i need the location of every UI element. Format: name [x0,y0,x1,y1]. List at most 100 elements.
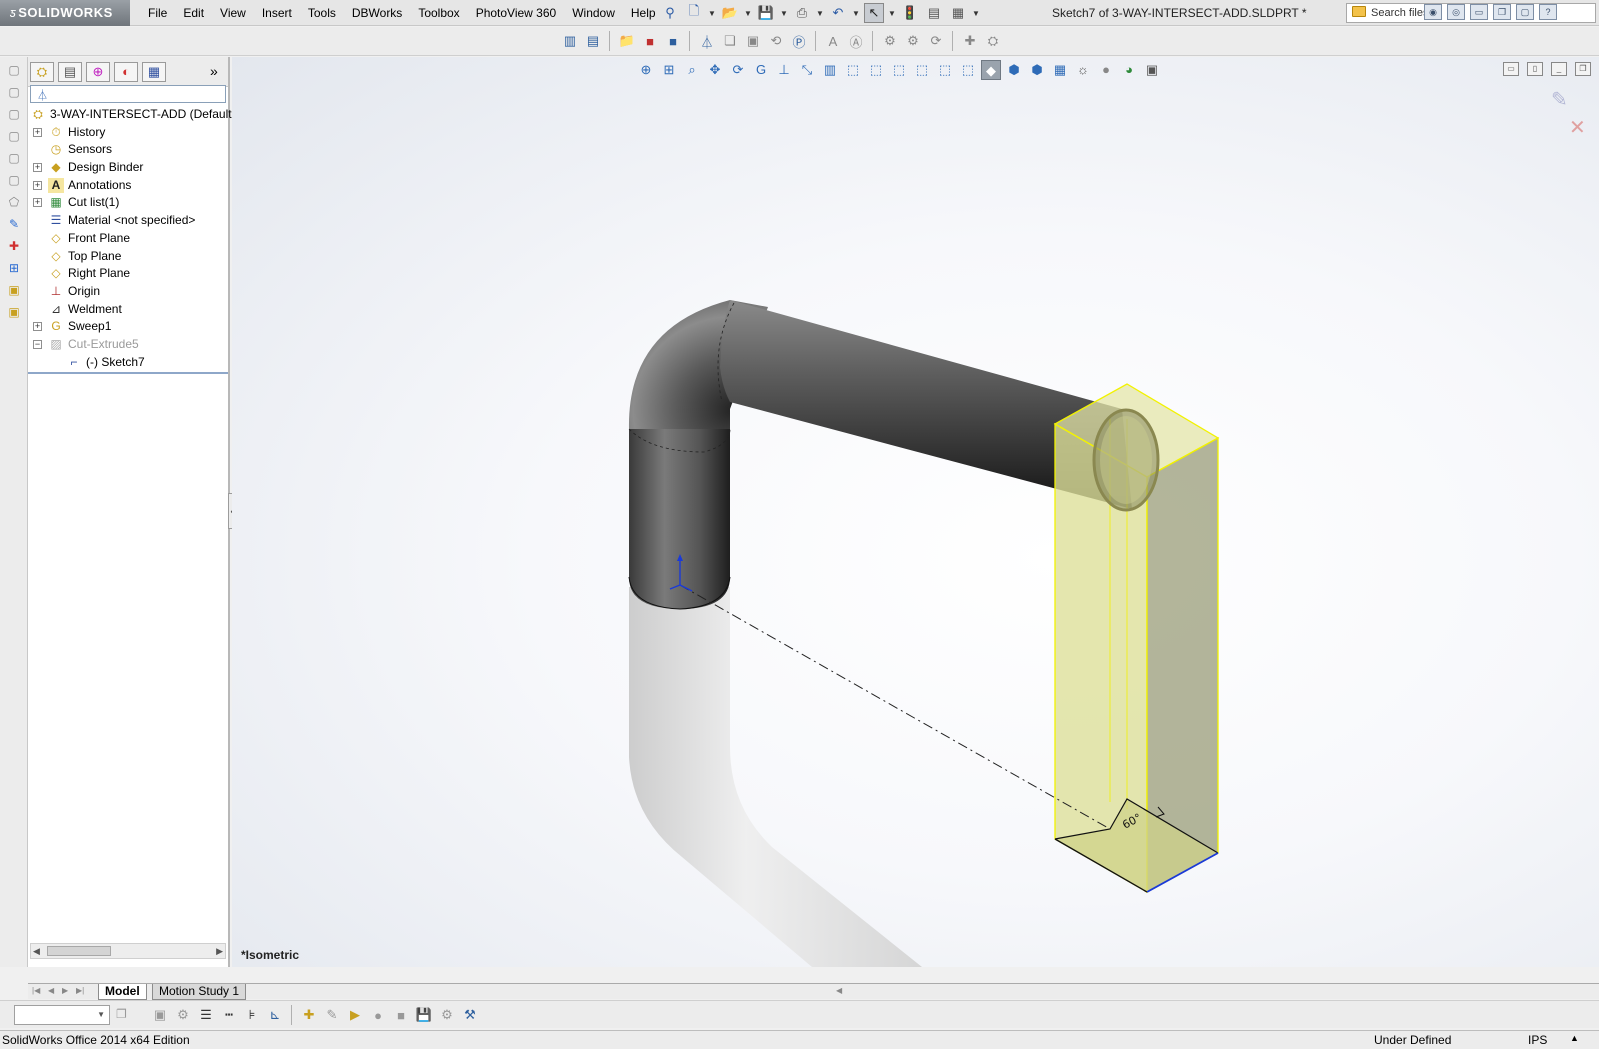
expand-chevron-icon[interactable]: » [210,63,218,79]
options-icon[interactable]: ▦ [948,3,968,23]
feature-tree-tab-icon[interactable]: ⛭ [30,62,54,82]
search-options-icon[interactable]: ◎ [1447,4,1465,20]
units-dropdown-icon[interactable]: ▲ [1570,1033,1579,1043]
menu-photoview[interactable]: PhotoView 360 [468,0,565,26]
dimetric-view-icon[interactable]: ⬢ [1027,60,1047,80]
menu-insert[interactable]: Insert [254,0,300,26]
part-icon[interactable]: ▢ [4,105,24,123]
sketch-centerline[interactable] [679,584,1111,830]
confirmation-corner[interactable]: ✎ ✕ [1551,87,1586,140]
print-dropdown-icon[interactable]: ▼ [816,3,824,23]
tree-item-design-binder[interactable]: + ◆ Design Binder [28,159,228,177]
bom-icon[interactable]: ⛭ [983,31,1003,51]
scroll-left-icon[interactable]: ◀ [33,944,40,958]
macro-save-icon[interactable]: 💾 [414,1005,434,1025]
menu-tools[interactable]: Tools [300,0,344,26]
line-style-icon[interactable]: ┅ [219,1005,239,1025]
solidworks-logo[interactable]: ƽ SOLIDWORKS [0,0,130,26]
feature-icon[interactable]: ▣ [4,303,24,321]
menu-view[interactable]: View [212,0,254,26]
new-document-icon[interactable]: 🗋 [684,3,704,23]
first-tab-icon[interactable]: |◀ [32,986,40,995]
tab-scroll-left-icon[interactable]: ◀ [836,986,842,995]
graphics-area[interactable]: 60° ⊕ ⊞ ⌕ ✥ ⟳ G ⊥ ⤡ ▥ ⬚ ⬚ ⬚ ⬚ ⬚ ⬚ ◆ ⬢ ⬢ … [232,57,1599,967]
part-icon[interactable]: ⬠ [4,193,24,211]
layer-icon[interactable]: ▣ [150,1005,170,1025]
layer-properties-icon[interactable]: ⚙ [173,1005,193,1025]
rollback-bar[interactable] [28,372,228,374]
hide-show-items-icon[interactable]: ☼ [1073,60,1093,80]
gear-options-icon[interactable]: ⚙ [903,31,923,51]
tree-item-sensors[interactable]: ◷ Sensors [28,141,228,159]
view-settings-icon[interactable]: ▣ [1142,60,1162,80]
dimxpert-tab-icon[interactable]: ▦ [142,62,166,82]
menu-file[interactable]: File [140,0,175,26]
combo-action-icon[interactable]: ❐ [116,1007,127,1021]
macro-run-icon[interactable]: ▶ [345,1005,365,1025]
new-dropdown-icon[interactable]: ▼ [708,3,716,23]
normal-to-icon[interactable]: ⊥ [774,60,794,80]
pan-icon[interactable]: ✥ [705,60,725,80]
macro-record-icon[interactable]: ● [368,1005,388,1025]
bottom-view-icon[interactable]: ⬚ [958,60,978,80]
help-icon[interactable]: ? [1539,4,1557,20]
tree-item-right-plane[interactable]: ◇ Right Plane [28,265,228,283]
next-tab-icon[interactable]: ▶ [62,986,68,995]
tree-item-annotations[interactable]: + A Annotations [28,177,228,195]
apply-scene-icon[interactable]: ◕ [1119,60,1139,80]
left-view-icon[interactable]: ⬚ [889,60,909,80]
property-manager-tab-icon[interactable]: ▤ [58,62,82,82]
save-red-icon[interactable]: ■ [640,31,660,51]
filter-icon[interactable]: ⏃ [697,31,717,51]
cancel-sketch-icon[interactable]: ✕ [1569,115,1586,140]
viewport-restore-icon[interactable]: ❐ [1575,62,1591,76]
trimetric-view-icon[interactable]: ⬢ [1004,60,1024,80]
top-view-icon[interactable]: ⬚ [935,60,955,80]
menu-edit[interactable]: Edit [175,0,212,26]
save-blue-icon[interactable]: ■ [663,31,683,51]
right-view-icon[interactable]: ⬚ [912,60,932,80]
expand-toggle[interactable]: + [33,127,42,137]
open-icon[interactable]: 📂 [720,3,740,23]
tree-item-cut-list[interactable]: + ▦ Cut list(1) [28,194,228,212]
line-weight-icon[interactable]: ☰ [196,1005,216,1025]
units-label[interactable]: IPS [1528,1033,1547,1047]
section-view-icon[interactable]: ⤡ [797,60,817,80]
menu-toolbox[interactable]: Toolbox [410,0,467,26]
roll-view-icon[interactable]: G [751,60,771,80]
rebuild-icon[interactable]: 🚦 [900,3,920,23]
tab-model[interactable]: Model [98,984,147,1000]
last-tab-icon[interactable]: ▶| [76,986,84,995]
open-folder-icon[interactable]: 📁 [617,31,637,51]
select-dropdown-icon[interactable]: ▼ [888,3,896,23]
save-dropdown-icon[interactable]: ▼ [780,3,788,23]
bom-add-icon[interactable]: ✚ [960,31,980,51]
isometric-view-icon[interactable]: ◆ [981,60,1001,80]
open-dropdown-icon[interactable]: ▼ [744,3,752,23]
zoom-in-out-icon[interactable]: ⌕ [682,60,702,80]
tree-item-front-plane[interactable]: ◇ Front Plane [28,230,228,248]
properties-icon[interactable]: ▤ [583,31,603,51]
pin-icon[interactable]: ⚲ [660,3,680,23]
tree-item-weldment[interactable]: ⊿ Weldment [28,301,228,319]
expand-toggle[interactable]: + [33,180,42,190]
tree-item-top-plane[interactable]: ◇ Top Plane [28,248,228,266]
annotation-text-icon[interactable]: Ⓐ [846,31,866,51]
part-icon[interactable]: ▢ [4,61,24,79]
undo-dropdown-icon[interactable]: ▼ [852,3,860,23]
menu-dbworks[interactable]: DBWorks [344,0,410,26]
edit-appearance-icon[interactable]: ● [1096,60,1116,80]
feature-icon[interactable]: ▣ [4,281,24,299]
reload-icon[interactable]: ⟲ [766,31,786,51]
tree-item-history[interactable]: + ⏱ History [28,124,228,142]
text-icon[interactable]: Ⓟ [789,31,809,51]
prev-tab-icon[interactable]: ◀ [48,986,54,995]
tree-item-sketch7[interactable]: ⌐ (-) Sketch7 [28,354,228,372]
minimize-icon[interactable]: ▭ [1470,4,1488,20]
model-canvas[interactable]: 60° [232,57,1599,967]
part-icon[interactable]: ▢ [4,171,24,189]
smart-dimension-icon[interactable]: ✚ [4,237,24,255]
scroll-right-icon[interactable]: ▶ [216,944,223,958]
expand-toggle[interactable]: + [33,198,42,208]
menu-window[interactable]: Window [564,0,623,26]
